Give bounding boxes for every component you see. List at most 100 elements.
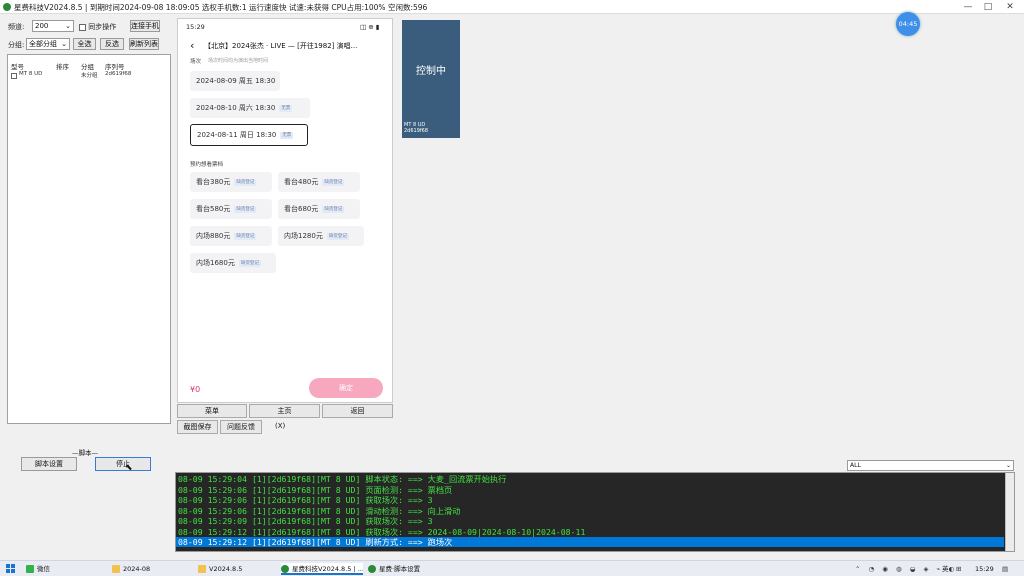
app-icon	[281, 565, 289, 573]
taskbar-main-app-label: 星费科技V2024.8.5 | ...	[292, 565, 363, 573]
col-serial: 序列号	[105, 63, 125, 71]
thumbnail-status: 控制中	[416, 66, 446, 77]
maximize-button[interactable]: □	[978, 1, 998, 13]
window-title: 星费科技V2024.8.5 | 到期时间2024-09-08 18:09:05 …	[14, 3, 428, 12]
screenshot-save-button[interactable]: 截图保存	[177, 420, 218, 434]
taskbar-folder-2[interactable]: V2024.8.5	[198, 563, 242, 575]
session-option[interactable]: 2024-08-09 周五 18:30	[190, 71, 280, 91]
taskbar-clock[interactable]: 15:29	[975, 563, 994, 575]
problem-report-button[interactable]: 问题反馈	[220, 420, 262, 434]
taskbar-script-settings-label: 星费·脚本设置	[379, 565, 421, 573]
script-settings-button[interactable]: 脚本设置	[21, 457, 77, 471]
sold-out-tag: 无票	[279, 104, 293, 112]
windows-start-icon[interactable]	[6, 564, 15, 573]
log-line: 08-09 15:29:09 [1][2d619f68][MT 8 UD] 获取…	[178, 516, 433, 526]
invert-select-button[interactable]: 反选	[100, 38, 124, 50]
phone-menu-button[interactable]: 菜单	[177, 404, 247, 418]
network-icon[interactable]: ⊞	[956, 563, 961, 575]
col-group: 分组	[81, 63, 94, 71]
col-model: 型号	[11, 63, 24, 71]
sync-checkbox[interactable]	[79, 23, 86, 31]
folder-icon	[112, 565, 120, 573]
taskbar-main-app[interactable]: 星费科技V2024.8.5 | ...	[281, 563, 363, 575]
log-scrollbar[interactable]	[1005, 473, 1014, 551]
session-option[interactable]: 2024-08-10 周六 18:30 无票	[190, 98, 310, 118]
log-filter-select[interactable]: ALL ⌄	[847, 460, 1014, 471]
waitlist-tag: 缺货登记	[322, 178, 345, 186]
page-title: 【北京】2024张杰 · LIVE — [开往1982] 演唱...	[204, 42, 358, 50]
row-model: MT 8 UD	[19, 71, 43, 77]
log-line: 08-09 15:29:04 [1][2d619f68][MT 8 UD] 脚本…	[178, 474, 507, 484]
log-line: 08-09 15:29:06 [1][2d619f68][MT 8 UD] 滑动…	[178, 505, 461, 516]
close-phone-button[interactable]: (X)	[275, 422, 285, 430]
chevron-down-icon: ⌄	[65, 22, 71, 30]
group-value: 全部分组	[29, 40, 57, 48]
price-text: 看台580元	[196, 205, 231, 213]
mouse-cursor-icon: ⬉	[125, 463, 133, 473]
phone-home-button[interactable]: 主页	[249, 404, 320, 418]
minimize-button[interactable]: —	[958, 1, 978, 13]
taskbar-wechat-label: 微信	[37, 565, 50, 573]
device-thumbnail[interactable]: 控制中 MT 8 UD 2d619f68	[402, 20, 460, 138]
app-icon	[3, 3, 11, 11]
price-option[interactable]: 看台480元 缺货登记	[278, 172, 360, 192]
thumbnail-serial: 2d619f68	[404, 128, 429, 134]
chevron-down-icon: ⌄	[1005, 462, 1011, 469]
price-option[interactable]: 看台680元 缺货登记	[278, 199, 360, 219]
sync-label: 同步操作	[88, 23, 117, 31]
thumbnail-caption: MT 8 UD 2d619f68	[404, 122, 428, 134]
select-all-button[interactable]: 全选	[73, 38, 96, 50]
back-arrow-icon[interactable]: ‹	[190, 39, 194, 52]
price-text: 内场880元	[196, 232, 231, 240]
taskbar-folder-2-label: V2024.8.5	[209, 565, 243, 573]
channel-label: 频道:	[8, 23, 25, 31]
row-checkbox[interactable]	[11, 72, 17, 79]
device-list[interactable]: 型号 排序 分组 序列号 MT 8 UD 未分组 2d619f68	[7, 54, 171, 424]
taskbar-script-settings[interactable]: 星费·脚本设置	[368, 563, 420, 575]
input-method[interactable]: 英	[942, 563, 949, 575]
table-row[interactable]	[11, 71, 17, 80]
channel-value: 200	[35, 22, 49, 30]
notification-icon[interactable]: ▤	[1002, 563, 1008, 575]
sync-toggle[interactable]: 同步操作	[79, 22, 116, 32]
title-bar: 星费科技V2024.8.5 | 到期时间2024-09-08 18:09:05 …	[0, 0, 1024, 14]
log-line: 08-09 15:29:06 [1][2d619f68][MT 8 UD] 页面…	[178, 484, 453, 495]
waitlist-tag: 缺货登记	[238, 259, 261, 267]
session-hint: 场次时间均为演出当地时间	[208, 58, 269, 64]
wechat-icon	[26, 565, 34, 573]
timer-badge[interactable]: 04:45	[896, 12, 920, 36]
price-text: 看台680元	[284, 205, 319, 213]
phone-back-button[interactable]: 返回	[322, 404, 393, 418]
session-label: 场次	[190, 59, 202, 65]
taskbar: 微信 2024-08 V2024.8.5 星费科技V2024.8.5 | ...…	[0, 560, 1024, 576]
price-text: 看台480元	[284, 178, 319, 186]
phone-screen[interactable]: 15:29 ◫ ⊕ ▮ ‹ 【北京】2024张杰 · LIVE — [开往198…	[177, 18, 393, 403]
group-select[interactable]: 全部分组 ⌄	[26, 38, 70, 50]
refresh-list-button[interactable]: 刷新列表	[129, 38, 159, 50]
close-button[interactable]: ✕	[1000, 1, 1020, 13]
price-label: 预约想看票档	[190, 162, 224, 168]
waitlist-tag: 缺货登记	[234, 232, 257, 240]
waitlist-tag: 缺货登记	[326, 232, 349, 240]
price-option[interactable]: 内场880元 缺货登记	[190, 226, 272, 246]
taskbar-folder-1[interactable]: 2024-08	[112, 563, 150, 575]
sold-out-tag: 无票	[280, 131, 294, 139]
stop-button[interactable]: 停止	[95, 457, 151, 471]
status-icons: ◫ ⊕ ▮	[360, 23, 380, 31]
log-panel[interactable]: 08-09 15:29:04 [1][2d619f68][MT 8 UD] 脚本…	[175, 472, 1015, 552]
col-order: 排序	[56, 63, 69, 71]
total-price: ¥0	[190, 385, 201, 394]
log-line: 08-09 15:29:12 [1][2d619f68][MT 8 UD] 获取…	[178, 526, 586, 537]
price-option[interactable]: 内场1680元 缺货登记	[190, 253, 276, 273]
confirm-button[interactable]: 确定	[309, 378, 383, 398]
folder-icon	[198, 565, 206, 573]
price-option[interactable]: 看台380元 缺货登记	[190, 172, 272, 192]
session-option-selected[interactable]: 2024-08-11 周日 18:30 无票	[190, 124, 308, 146]
connect-phone-button[interactable]: 连接手机	[130, 20, 160, 32]
log-line-selected: 08-09 15:29:12 [1][2d619f68][MT 8 UD] 刷新…	[176, 537, 1004, 548]
price-option[interactable]: 内场1280元 缺货登记	[278, 226, 364, 246]
price-option[interactable]: 看台580元 缺货登记	[190, 199, 272, 219]
price-text: 内场1680元	[196, 259, 235, 267]
channel-select[interactable]: 200 ⌄	[32, 20, 74, 32]
taskbar-wechat[interactable]: 微信	[26, 563, 50, 575]
